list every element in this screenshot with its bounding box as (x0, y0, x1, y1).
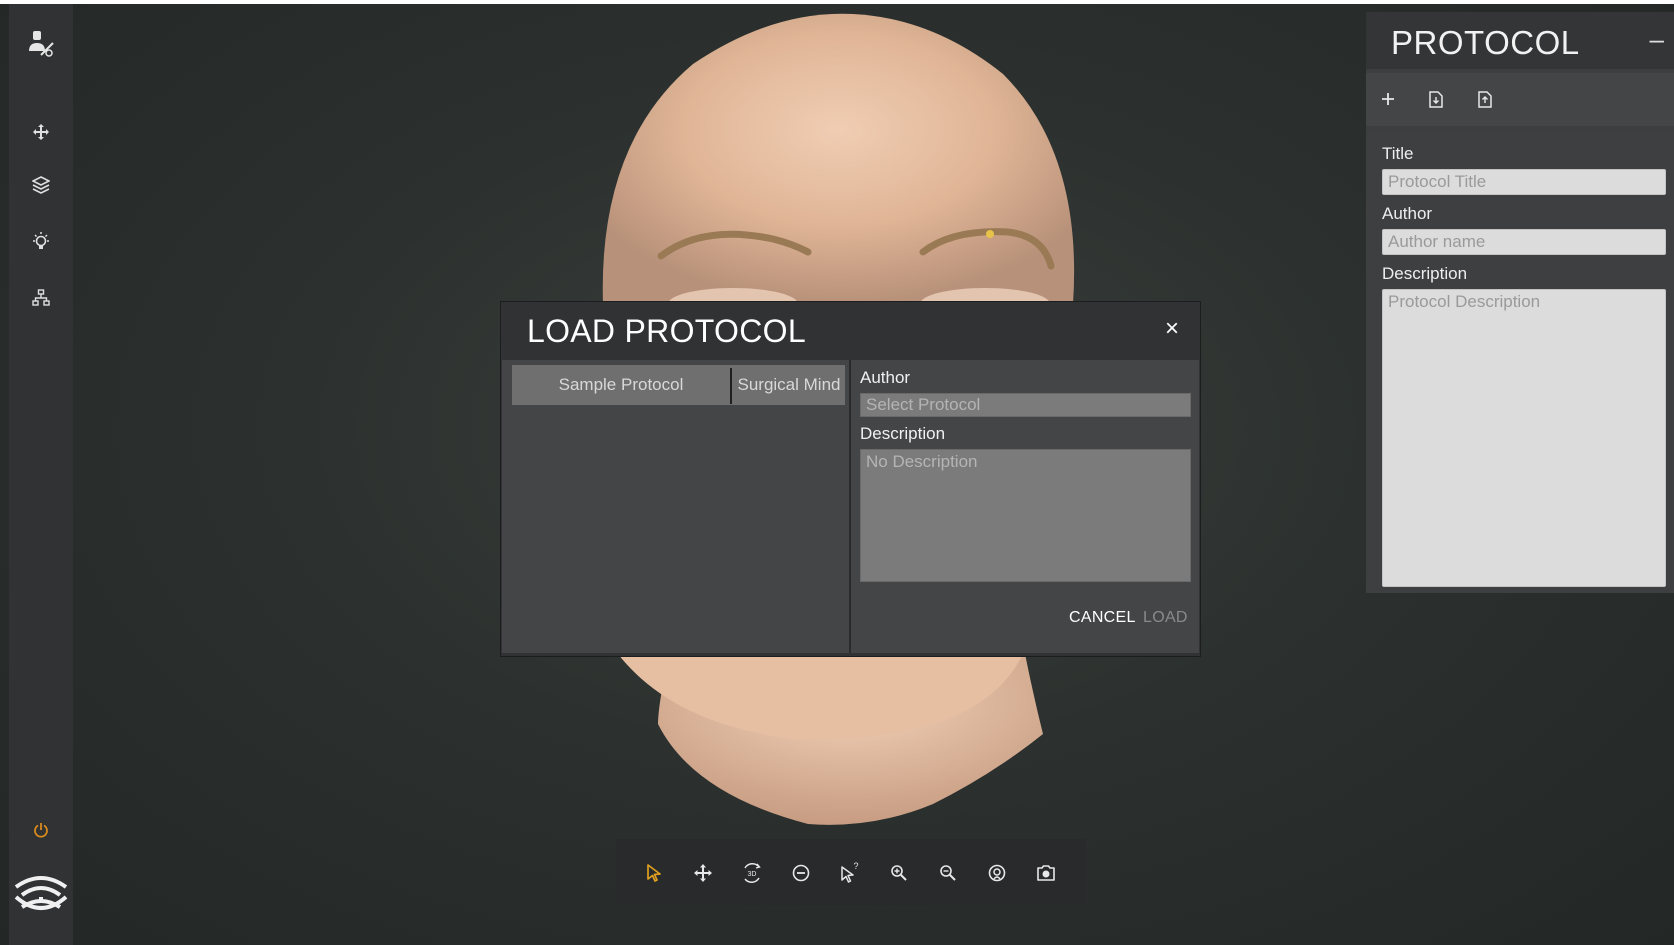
add-protocol-button[interactable] (1376, 87, 1400, 111)
protocol-panel-title: PROTOCOL (1391, 24, 1580, 61)
doctor-icon (29, 31, 54, 57)
network-icon (32, 289, 50, 306)
add-icon (1382, 93, 1394, 105)
sidebar-item-layers[interactable] (9, 170, 73, 202)
load-button[interactable]: LOAD (1143, 609, 1188, 627)
author-field[interactable] (860, 393, 1191, 417)
column-divider (730, 368, 732, 404)
description-field[interactable] (1382, 289, 1666, 587)
reset-view-button[interactable] (787, 859, 815, 887)
dialog-title: LOAD PROTOCOL (527, 313, 806, 349)
title-field[interactable] (1382, 169, 1666, 195)
author-field[interactable] (1382, 229, 1666, 255)
light-icon (33, 232, 49, 249)
pan-icon (694, 864, 712, 882)
sidebar-item-light[interactable] (9, 226, 73, 258)
app-logo-icon (14, 876, 68, 910)
application-window: PROTOCOL – Title Protocol Title Author A… (0, 4, 1674, 945)
description-label: Description (860, 424, 946, 443)
sidebar-item-network[interactable] (9, 282, 73, 314)
layers-icon (32, 176, 50, 194)
dialog-body: Sample Protocol Surgical Mind Author Des… (502, 360, 1199, 653)
select-tool-button[interactable] (640, 859, 668, 887)
rotate-3d-button[interactable]: 3D (738, 859, 766, 887)
power-icon (34, 823, 48, 838)
protocol-form: Title Author Description (1366, 131, 1674, 593)
reset-view-icon (792, 864, 810, 882)
focus-icon (988, 864, 1006, 882)
zoom-out-button[interactable] (934, 859, 962, 887)
focus-button[interactable] (983, 859, 1011, 887)
title-label: Title (1382, 144, 1414, 163)
power-button[interactable] (9, 814, 73, 846)
export-protocol-button[interactable] (1473, 87, 1497, 111)
author-label: Author (1382, 204, 1433, 223)
description-label: Description (1382, 264, 1468, 283)
protocol-panel: PROTOCOL – Title Protocol Title Author A… (1366, 12, 1674, 593)
left-sidebar (9, 4, 73, 945)
cancel-button[interactable]: CANCEL (1069, 609, 1136, 627)
move-icon (33, 124, 49, 140)
close-button[interactable]: × (1160, 315, 1184, 342)
sidebar-item-doctor[interactable] (9, 30, 73, 62)
list-item[interactable]: Sample Protocol Surgical Mind (512, 365, 845, 405)
pan-tool-button[interactable] (689, 859, 717, 887)
select-cursor-icon (647, 864, 661, 882)
close-icon: × (1164, 315, 1179, 342)
svg-text:3D: 3D (748, 871, 757, 878)
rotate-3d-icon: 3D (744, 863, 761, 883)
zoom-in-icon (891, 865, 907, 881)
app-logo (11, 866, 71, 926)
svg-text:?: ? (853, 861, 858, 871)
import-protocol-button[interactable] (1424, 87, 1448, 111)
author-label: Author (860, 368, 911, 387)
help-cursor-button[interactable]: ? (836, 859, 864, 887)
protocol-list: Sample Protocol Surgical Mind (502, 360, 851, 653)
minimize-button[interactable]: – (1650, 24, 1664, 55)
help-cursor-icon: ? (841, 861, 859, 883)
description-field[interactable] (860, 449, 1191, 582)
list-item-author: Surgical Mind (737, 375, 841, 394)
list-item-name: Sample Protocol (558, 375, 684, 394)
import-file-icon (1429, 90, 1443, 108)
camera-icon (1037, 865, 1055, 881)
protocol-toolbar (1366, 73, 1674, 126)
protocol-panel-header: PROTOCOL – (1366, 12, 1674, 69)
export-file-icon (1478, 90, 1492, 108)
zoom-out-icon (940, 865, 956, 881)
load-protocol-dialog: LOAD PROTOCOL × Sample Protocol Surgical… (500, 301, 1201, 657)
view-toolbar: 3D ? (616, 839, 1086, 905)
screenshot-button[interactable] (1032, 859, 1060, 887)
sidebar-item-move[interactable] (9, 116, 73, 148)
zoom-in-button[interactable] (885, 859, 913, 887)
